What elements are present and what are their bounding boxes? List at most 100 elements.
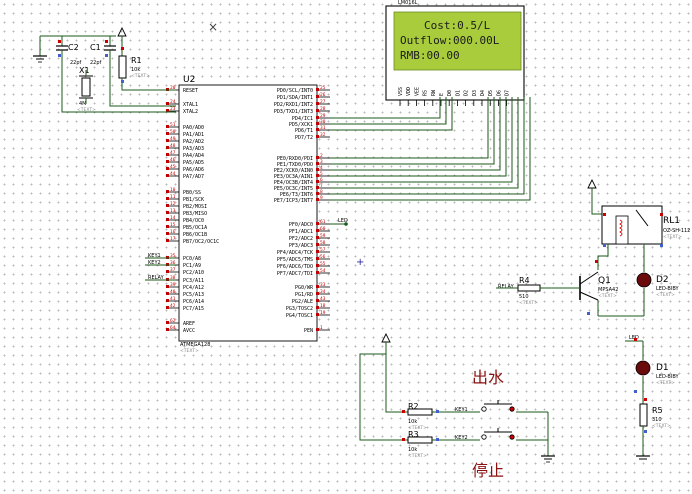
mcu-pin-label: PC4/A12 bbox=[183, 285, 204, 291]
mcu-pin-label: PB2/MOSI bbox=[183, 204, 207, 210]
relay-net-label: RELAY bbox=[498, 284, 515, 290]
mcu-pin-label: PA4/AD4 bbox=[183, 153, 204, 159]
mcu-pin-label: PF2/ADC2 bbox=[289, 236, 313, 242]
c2-ref: C2 bbox=[68, 43, 79, 52]
mcu-pin-label: PC0/A8 bbox=[183, 256, 201, 262]
mcu-pin-label: PD6/T1 bbox=[295, 128, 313, 134]
r1-text: <TEXT> bbox=[131, 73, 150, 79]
mcu-pin-label: PF6/ADC6/TDO bbox=[277, 264, 313, 270]
mcu-pin-number: 17 bbox=[170, 236, 176, 242]
mcu-pin-label: PB6/OC1B bbox=[183, 232, 207, 238]
mcu-pin-number: 39 bbox=[170, 282, 176, 288]
mcu-pin-label: PB0/SS bbox=[183, 190, 201, 196]
r4-text: <TEXT> bbox=[519, 300, 538, 306]
mcu-pin-number: 28 bbox=[320, 106, 326, 112]
mcu-pin-number: 55 bbox=[320, 261, 326, 267]
mcu-pin-number: 51 bbox=[170, 122, 176, 128]
mcu-pin-number: 6 bbox=[320, 177, 323, 183]
mcu-pin-label: PA6/AD6 bbox=[183, 167, 204, 173]
mcu-text: <TEXT> bbox=[180, 348, 199, 354]
mcu-pin-number: 9 bbox=[320, 195, 323, 201]
mcu-pin-number: 60 bbox=[320, 226, 326, 232]
d1-text: <TEXT> bbox=[656, 380, 675, 386]
x1-text: <TEXT> bbox=[77, 107, 96, 113]
mcu-pin-label: PA5/AD5 bbox=[183, 160, 204, 166]
mcu-pin-label: AVCC bbox=[183, 328, 195, 334]
mcu-pin-label: AREF bbox=[183, 321, 195, 327]
mcu-pin-label: PB5/OC1A bbox=[183, 225, 207, 231]
mcu-pin-label: PA7/AD7 bbox=[183, 174, 204, 180]
d1-ref: D1 bbox=[656, 363, 669, 373]
mcu-pin-number: 59 bbox=[320, 233, 326, 239]
mcu-pin-number: 34 bbox=[320, 289, 326, 295]
lcd-pin-label: VDD bbox=[406, 87, 412, 96]
mcu-pin-label: PC1/A9 bbox=[183, 263, 201, 269]
mcu-pin-label: PA1/AD1 bbox=[183, 132, 204, 138]
r2-value: 10k bbox=[408, 419, 417, 425]
mcu-pin-number: 49 bbox=[170, 136, 176, 142]
lcd-pin-label: VEE bbox=[414, 87, 420, 96]
mcu-pin-number: 45 bbox=[170, 164, 176, 170]
mcu-pin-number: 62 bbox=[170, 318, 176, 324]
mcu-pin-label: PB1/SCK bbox=[183, 197, 204, 203]
r5-text: <TEXT> bbox=[652, 423, 671, 429]
button-circuit: R2 10k <TEXT> KEY1 R3 10k <TEXT> KEY2 bbox=[359, 332, 555, 463]
mcu-pin-number: 25 bbox=[320, 85, 326, 91]
outflow-button[interactable]: 出水 bbox=[472, 368, 515, 412]
mcu-pin-label: XTAL2 bbox=[183, 109, 198, 115]
lcd-pin-label: RW bbox=[431, 89, 437, 96]
mcu-pin-label: PG3/TOSC2 bbox=[286, 306, 313, 312]
lcd-line-2: Outflow:000.00L bbox=[400, 34, 500, 47]
mcu-pin-label: PC6/A14 bbox=[183, 299, 204, 305]
r5-ref: R5 bbox=[652, 406, 663, 415]
mcu-pin-label: PB4/OC0 bbox=[183, 218, 204, 224]
schematic-canvas: LM016L Cost:0.5/L Outflow:000.00L RMB:00… bbox=[33, 0, 690, 480]
lcd-pin-label: D6 bbox=[496, 90, 502, 96]
r4-value: 510 bbox=[519, 294, 529, 300]
lcd-pin-label: E bbox=[439, 93, 445, 96]
mcu-pin-label: PB3/MISO bbox=[183, 211, 207, 217]
mcu-pin-label: PC3/A11 bbox=[183, 278, 204, 284]
mcu-led-net: LED bbox=[338, 218, 348, 224]
mcu-pin-label: PG0/WR bbox=[295, 285, 314, 291]
mcu-atmega128[interactable]: U2 ATMEGA128 <TEXT> 20 RESET24 XTAL123 XTAL… bbox=[166, 75, 330, 354]
mcu-pin-number: 1 bbox=[320, 325, 323, 331]
mcu-pin-number: 47 bbox=[170, 150, 176, 156]
c1-value: 22pf bbox=[90, 60, 102, 66]
mcu-pin-label: PF7/ADC7/TDI bbox=[277, 271, 313, 277]
mcu-pin-label: PD2/RXD1/INT2 bbox=[274, 102, 313, 108]
r4-ref: R4 bbox=[519, 276, 530, 285]
key2-net-label: KEY2 bbox=[455, 435, 468, 441]
mcu-pin-number: 8 bbox=[320, 189, 323, 195]
c1-ref: C1 bbox=[90, 43, 101, 52]
cursor-cross: + bbox=[356, 257, 364, 268]
stop-button[interactable]: 停止 bbox=[472, 428, 515, 480]
led-indicator: LED D1 LED-BIBY <TEXT> R5 310 <TEXT> bbox=[625, 335, 679, 460]
rl1-ref: RL1 bbox=[663, 216, 680, 226]
mcu-pin-number: 54 bbox=[320, 268, 326, 274]
rl1-text: <TEXT> bbox=[663, 234, 682, 240]
led-net-label: LED bbox=[629, 335, 639, 341]
mcu-pin-label: PB7/OC2/OC1C bbox=[183, 239, 219, 245]
mcu-pin-number: 32 bbox=[320, 132, 326, 138]
mcu-pin-number: 46 bbox=[170, 157, 176, 163]
mcu-pin-number: 10 bbox=[170, 187, 176, 193]
d2-text: <TEXT> bbox=[656, 292, 675, 298]
mcu-pin-label: PG4/TOSC1 bbox=[286, 313, 313, 319]
mcu-part: ATMEGA128 bbox=[180, 342, 210, 348]
mcu-pin-number: 40 bbox=[170, 289, 176, 295]
mcu-pin-label: PA0/AD0 bbox=[183, 125, 204, 131]
mcu-pin-label: PF4/ADC4/TCK bbox=[277, 250, 313, 256]
mcu-pin-number: 64 bbox=[170, 325, 176, 331]
r1-value: 10k bbox=[131, 67, 140, 73]
mcu-pin-number: 48 bbox=[170, 143, 176, 149]
mcu-pin-number: 7 bbox=[320, 183, 323, 189]
mcu-pin-number: 18 bbox=[320, 303, 326, 309]
mcu-pin-label: PEN bbox=[304, 328, 313, 334]
mcu-pin-number: 50 bbox=[170, 129, 176, 135]
key1-net-label: KEY1 bbox=[455, 407, 468, 413]
mcu-pin-number: 4 bbox=[320, 165, 323, 171]
lcd-module[interactable]: LM016L Cost:0.5/L Outflow:000.00L RMB:00… bbox=[385, 0, 525, 106]
lcd-pin-label: D0 bbox=[447, 90, 453, 96]
lcd-data-bus bbox=[330, 97, 531, 201]
